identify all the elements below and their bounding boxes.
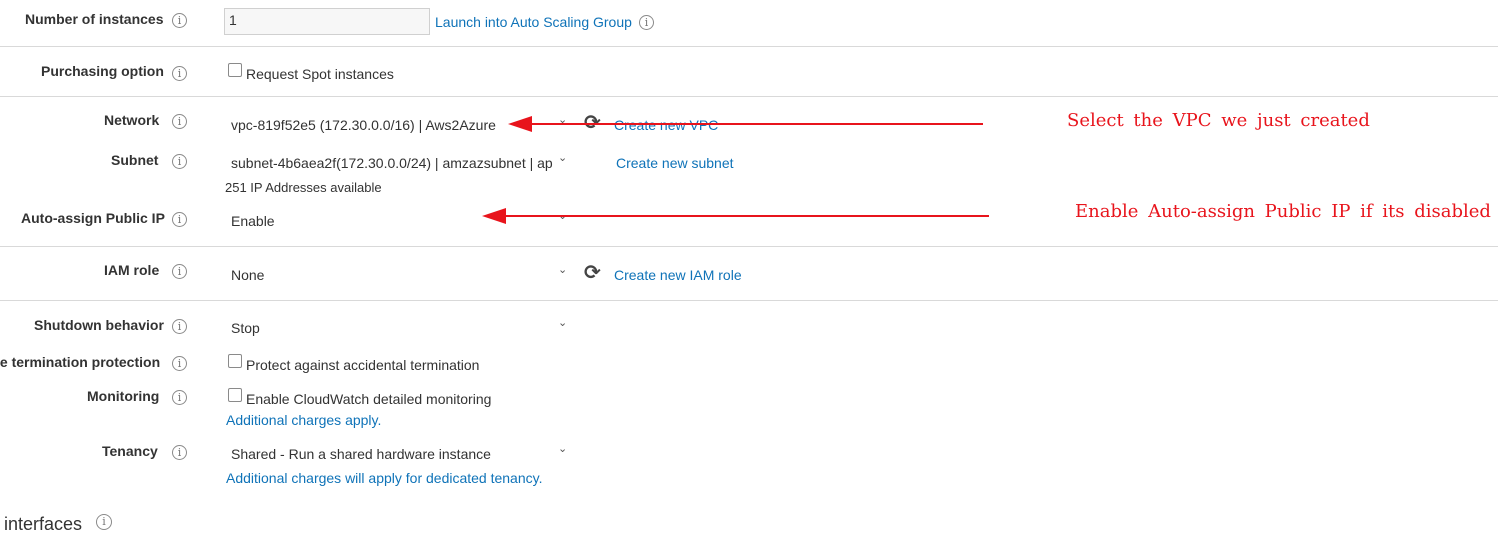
chevron-down-icon[interactable]: ⌄ — [558, 113, 567, 126]
chevron-down-icon[interactable]: ⌄ — [558, 263, 567, 276]
monitoring-checkbox[interactable] — [228, 388, 242, 402]
additional-charges-link[interactable]: Additional charges apply. — [226, 412, 381, 428]
spot-checkbox[interactable] — [228, 63, 242, 77]
section-heading: interfaces — [4, 514, 83, 534]
divider — [0, 300, 1498, 301]
annotation-arrows — [482, 116, 989, 224]
info-icon[interactable]: i — [172, 356, 187, 371]
info-icon[interactable]: i — [172, 212, 187, 227]
shutdown-select[interactable]: Stop — [231, 320, 260, 336]
create-subnet-link[interactable]: Create new subnet — [616, 155, 734, 171]
ip-available-note: 251 IP Addresses available — [225, 180, 382, 195]
vpc-annotation: Select the VPC we just created — [1067, 110, 1370, 131]
purchasing-label: Purchasing option — [41, 63, 164, 79]
iam-label: IAM role — [104, 262, 160, 278]
monitoring-label: Monitoring — [87, 388, 160, 404]
info-icon[interactable]: i — [172, 445, 187, 460]
info-icon[interactable]: i — [172, 154, 187, 169]
info-icon[interactable]: i — [639, 15, 654, 30]
network-label: Network — [104, 112, 160, 128]
public-ip-arrow-head — [482, 208, 506, 224]
public-ip-select[interactable]: Enable — [231, 213, 275, 229]
instances-input[interactable]: 1 — [224, 8, 430, 35]
termination-label: le termination protection — [0, 354, 161, 370]
create-vpc-link[interactable]: Create new VPC — [614, 117, 718, 133]
chevron-down-icon[interactable]: ⌄ — [558, 442, 567, 455]
divider — [0, 46, 1498, 47]
info-icon[interactable]: i — [172, 114, 187, 129]
network-select[interactable]: vpc-819f52e5 (172.30.0.0/16) | Aws2Azure — [231, 117, 496, 133]
auto-scaling-link[interactable]: Launch into Auto Scaling Group — [435, 14, 632, 30]
subnet-label: Subnet — [111, 152, 159, 168]
create-iam-role-link[interactable]: Create new IAM role — [614, 267, 742, 283]
info-icon[interactable]: i — [172, 390, 187, 405]
termination-checkbox[interactable] — [228, 354, 242, 368]
chevron-down-icon[interactable]: ⌄ — [558, 316, 567, 329]
info-icon[interactable]: i — [172, 264, 187, 279]
tenancy-select[interactable]: Shared - Run a shared hardware instance — [231, 446, 491, 462]
info-icon[interactable]: i — [172, 66, 187, 81]
iam-select[interactable]: None — [231, 267, 264, 283]
public-ip-annotation: Enable Auto-assign Public IP if its disa… — [1075, 201, 1491, 222]
info-icon[interactable]: i — [172, 13, 187, 28]
shutdown-label: Shutdown behavior — [34, 317, 164, 333]
info-icon[interactable]: i — [172, 319, 187, 334]
termination-checkbox-label[interactable]: Protect against accidental termination — [246, 357, 479, 373]
chevron-down-icon[interactable]: ⌄ — [558, 209, 567, 222]
info-icon[interactable]: i — [96, 514, 112, 530]
divider — [0, 96, 1498, 97]
public-ip-label: Auto-assign Public IP — [21, 210, 165, 226]
monitoring-checkbox-label[interactable]: Enable CloudWatch detailed monitoring — [246, 391, 491, 407]
dedicated-tenancy-link[interactable]: Additional charges will apply for dedica… — [226, 470, 542, 486]
subnet-select[interactable]: subnet-4b6aea2f(172.30.0.0/24) | amzazsu… — [231, 155, 553, 171]
instances-label: Number of instances — [25, 11, 164, 27]
spot-checkbox-label[interactable]: Request Spot instances — [246, 66, 394, 82]
divider — [0, 246, 1498, 247]
refresh-icon[interactable]: ⟳ — [584, 110, 601, 135]
vpc-arrow-head — [508, 116, 532, 132]
refresh-icon[interactable]: ⟳ — [584, 260, 601, 285]
chevron-down-icon[interactable]: ⌄ — [558, 151, 567, 164]
tenancy-label: Tenancy — [102, 443, 158, 459]
